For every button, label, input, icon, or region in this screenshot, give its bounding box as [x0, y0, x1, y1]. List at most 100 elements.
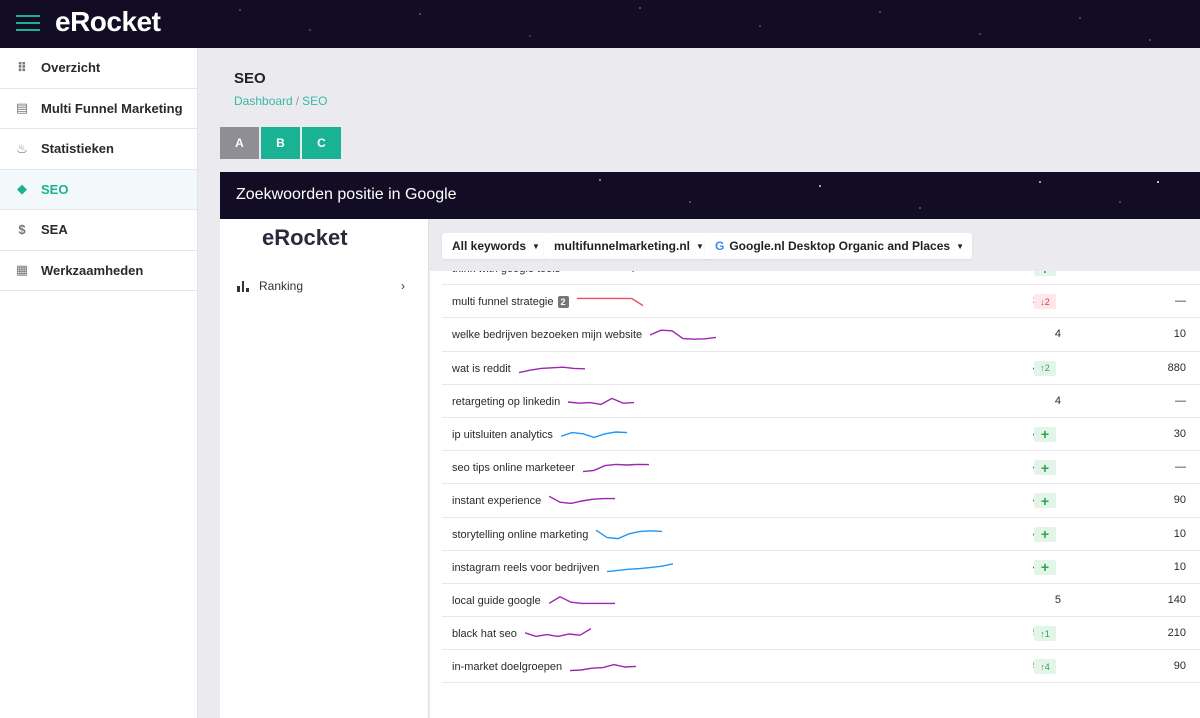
page-title: SEO [234, 70, 266, 87]
sparkline-path [570, 664, 637, 672]
position-value: 4 [1054, 394, 1061, 407]
table-row[interactable]: local guide google 5 140 [442, 584, 1200, 618]
breadcrumb-dashboard[interactable]: Dashboard [234, 94, 293, 108]
new-entry-badge: + [1034, 426, 1056, 442]
search-volume: — [1175, 295, 1186, 308]
panel-title: Zoekwoorden positie in Google [236, 186, 457, 203]
table-row[interactable]: ip uitsluiten analytics 4+30 [442, 418, 1200, 452]
table-row[interactable]: wat is reddit 4↑2 880 [442, 352, 1200, 385]
table-row[interactable]: retargeting op linkedin 4 — [442, 385, 1200, 418]
keyword-cell: instagram reels voor bedrijven [452, 561, 674, 575]
keyword-text: instant experience [452, 495, 542, 508]
breadcrumb: Dashboard / SEO [234, 94, 327, 108]
rank-up-badge: ↑2 [1034, 360, 1056, 376]
sidebar-item-label: Werkzaamheden [41, 262, 144, 278]
sparkline-path [596, 529, 663, 539]
search-volume: 140 [1167, 593, 1186, 606]
sidebar-item-label: Multi Funnel Marketing [41, 100, 183, 116]
trend-sparkline [576, 297, 643, 307]
trend-sparkline [524, 628, 591, 638]
search-volume: 90 [1173, 494, 1186, 507]
search-volume: — [1175, 461, 1186, 474]
position-value: 4 [981, 362, 1039, 374]
google-icon: G [715, 239, 725, 253]
breadcrumb-seo[interactable]: SEO [302, 94, 327, 108]
filter-bar: All keywords ▼ multifunnelmarketing.nl ▼ G… [430, 219, 1200, 271]
table-row[interactable]: instant experience 4+90 [442, 484, 1200, 518]
ranking-nav-item[interactable]: Ranking › [237, 279, 405, 293]
clipboard-icon: ▤ [15, 100, 29, 116]
widget-logo: eRocket [262, 225, 348, 250]
table-row[interactable]: seo tips online marketeer 4+ — [442, 451, 1200, 485]
trend-sparkline [582, 463, 649, 473]
sidebar-item-seo[interactable]: ◆ SEO [0, 169, 197, 210]
search-engine-filter[interactable]: G Google.nl Desktop Organic and Places ▼ [705, 233, 972, 259]
rank-down-badge: ↓2 [1034, 294, 1056, 310]
keyword-cell: black hat seo [452, 627, 591, 641]
app-logo[interactable]: eRocket [55, 6, 161, 38]
trend-sparkline [607, 562, 674, 572]
new-entry-badge: + [1034, 526, 1056, 542]
sparkline-path [524, 628, 591, 638]
sidebar-item-overzicht[interactable]: ⠿ Overzicht [0, 48, 197, 89]
trend-sparkline [548, 595, 615, 604]
flame-icon: ♨ [16, 140, 28, 156]
tab-c[interactable]: C [302, 127, 341, 159]
sidebar-item-multi-funnel-marketing[interactable]: ▤ Multi Funnel Marketing [0, 89, 197, 129]
table-row[interactable]: in-market doelgroepen 5↑4 90 [442, 650, 1200, 684]
trend-sparkline [518, 366, 585, 373]
search-volume: — [1175, 394, 1186, 407]
position-value: 5 [981, 660, 1039, 672]
tab-b[interactable]: B [261, 127, 300, 159]
position-value: 5 [981, 627, 1039, 639]
table-row[interactable]: storytelling online marketing 4+10 [442, 518, 1200, 551]
keyword-cell: instant experience [452, 494, 616, 508]
rank-up-badge: ↑1 [1034, 626, 1056, 642]
sidebar-item-werkzaamheden[interactable]: ▦ Werkzaamheden [0, 251, 197, 291]
table-row[interactable]: welke bedrijven bezoeken mijn website 4 10 [442, 318, 1200, 352]
widget-sidebar: eRocket Ranking › [220, 219, 429, 718]
sidebar: ⠿ Overzicht ▤ Multi Funnel Marketing ♨ Statis… [0, 48, 198, 718]
keyword-text: local guide google [452, 594, 541, 607]
new-entry-badge: + [1034, 559, 1056, 575]
keyword-text: black hat seo [452, 628, 517, 641]
keyword-cell: wat is reddit [452, 362, 585, 376]
panel-header: Zoekwoorden positie in Google [220, 172, 1200, 219]
table-row[interactable]: black hat seo 5↑1 210 [442, 617, 1200, 651]
search-volume: 10 [1173, 328, 1186, 341]
search-volume: 10 [1173, 560, 1186, 573]
position-value: 4 [981, 428, 1039, 440]
keyword-cell: welke bedrijven bezoeken mijn website [452, 328, 717, 342]
position-value: 4 [1054, 328, 1061, 341]
ranking-table: think with google tools3+10multi funnel … [442, 252, 1200, 684]
search-volume: 90 [1173, 660, 1186, 673]
position-value: 3 [981, 295, 1039, 307]
keyword-text: welke bedrijven bezoeken mijn website [452, 329, 643, 342]
keywords-filter[interactable]: All keywords ▼ [442, 233, 548, 259]
breadcrumb-separator: / [295, 94, 300, 108]
top-bar: eRocket [0, 0, 1200, 48]
sidebar-item-sea[interactable]: $ SEA [0, 210, 197, 251]
sparkline-path [576, 297, 643, 307]
trend-sparkline [549, 495, 616, 505]
domain-filter[interactable]: multifunnelmarketing.nl ▼ [544, 233, 712, 259]
sparkline-path [560, 431, 627, 439]
keyword-text: retargeting op linkedin [452, 395, 561, 408]
dollar-icon: $ [18, 222, 26, 238]
rank-up-badge: ↑4 [1034, 659, 1056, 675]
tab-a[interactable]: A [220, 127, 259, 159]
trend-sparkline [560, 431, 627, 439]
menu-icon[interactable] [16, 15, 40, 33]
keyword-text: multi funnel strategie [452, 296, 554, 309]
caret-down-icon: ▼ [532, 241, 540, 251]
search-volume: 880 [1167, 361, 1186, 374]
sidebar-item-statistieken[interactable]: ♨ Statistieken [0, 129, 197, 170]
position-value: 4 [981, 528, 1039, 540]
keyword-cell: in-market doelgroepen [452, 660, 637, 674]
trend-sparkline [568, 397, 635, 405]
table-row[interactable]: multi funnel strategie2 3↓2 — [442, 285, 1200, 319]
table-row[interactable]: instagram reels voor bedrijven 4+10 [442, 551, 1200, 584]
keyword-text: wat is reddit [452, 362, 511, 375]
keywords-filter-label: All keywords [452, 239, 527, 253]
ranking-content: think with google tools3+10multi funnel … [430, 219, 1200, 718]
